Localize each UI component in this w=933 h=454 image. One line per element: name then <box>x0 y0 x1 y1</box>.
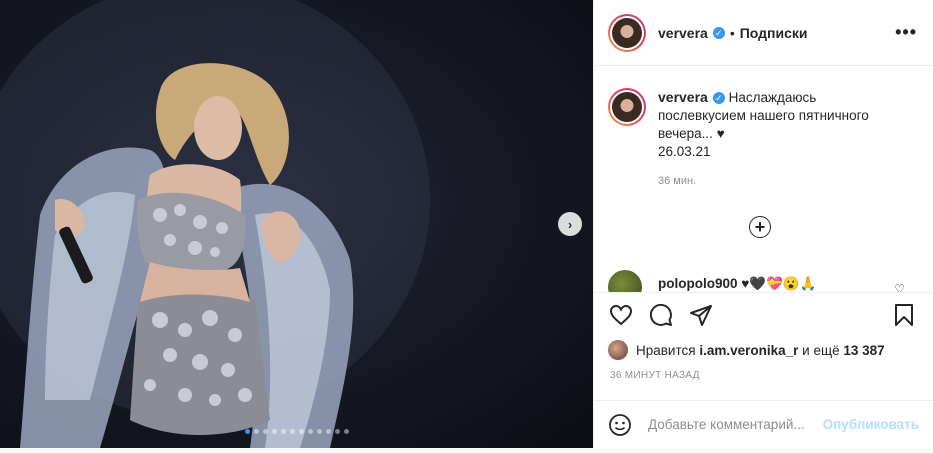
caption-timestamp[interactable]: 36 мин. <box>658 175 933 187</box>
carousel-dot <box>290 429 295 434</box>
comment-input[interactable] <box>646 416 815 433</box>
save-button[interactable] <box>891 302 917 328</box>
likes-summary: Нравится i.am.veronika_r и ещё 13 387 <box>608 340 885 360</box>
comment-icon <box>649 303 672 326</box>
carousel-dot <box>263 429 268 434</box>
action-bar <box>594 292 933 336</box>
emoji-icon[interactable] <box>608 413 632 437</box>
comment-button[interactable] <box>648 302 674 328</box>
caption-username[interactable]: ververa <box>658 89 708 105</box>
more-options-icon[interactable]: ••• <box>895 22 917 43</box>
heart-icon <box>609 304 633 325</box>
share-icon <box>690 304 712 326</box>
carousel-indicator <box>245 429 353 434</box>
load-more-comments-button[interactable]: + <box>749 216 771 238</box>
performer-image <box>0 0 430 448</box>
add-comment-bar: Опубликовать <box>594 400 933 448</box>
post-modal: › ververa ✓ • Подписки ••• ververa ✓ Насл… <box>0 0 933 454</box>
caption-body: ververa ✓ Наслаждаюсь послевкусием нашего… <box>658 88 898 161</box>
carousel-dot <box>299 429 304 434</box>
comment-like-icon[interactable]: ♡ <box>894 282 905 292</box>
likes-middle: и ещё <box>802 342 840 358</box>
author-username[interactable]: ververa <box>658 25 708 41</box>
commenter-avatar[interactable] <box>608 270 642 292</box>
likes-prefix: Нравится <box>636 342 696 358</box>
chevron-right-icon: › <box>567 216 573 232</box>
share-button[interactable] <box>688 302 714 328</box>
bookmark-icon <box>895 303 913 326</box>
post-photo[interactable]: › <box>0 0 593 448</box>
comment-item: polopolo900 ♥🖤💝😮🙏 <box>608 270 817 292</box>
post-header: ververa ✓ • Подписки ••• <box>594 0 933 66</box>
like-button[interactable] <box>608 302 634 328</box>
carousel-dot <box>344 429 349 434</box>
verified-badge-icon: ✓ <box>712 26 725 39</box>
comments-section: ververa ✓ Наслаждаюсь послевкусием нашего… <box>594 66 933 292</box>
commenter-username[interactable]: polopolo900 <box>658 276 738 291</box>
carousel-dot <box>272 429 277 434</box>
carousel-dot <box>326 429 331 434</box>
post-time-ago[interactable]: 36 МИНУТ НАЗАД <box>610 370 700 381</box>
carousel-dot <box>281 429 286 434</box>
caption-avatar[interactable] <box>608 88 646 126</box>
carousel-dot <box>335 429 340 434</box>
comment-text: ♥🖤💝😮🙏 <box>741 276 817 291</box>
liker-avatar[interactable] <box>608 340 628 360</box>
next-slide-button[interactable]: › <box>558 212 582 236</box>
separator-dot: • <box>729 24 735 41</box>
comment-body: polopolo900 ♥🖤💝😮🙏 <box>658 276 817 292</box>
author-avatar[interactable] <box>608 13 646 52</box>
caption-date: 26.03.21 <box>658 144 711 159</box>
publish-button[interactable]: Опубликовать <box>823 417 919 432</box>
liker-username[interactable]: i.am.veronika_r <box>699 343 798 358</box>
following-button[interactable]: Подписки <box>740 25 808 41</box>
post-sidebar: ververa ✓ • Подписки ••• ververa ✓ Наслаж… <box>593 0 933 448</box>
carousel-dot <box>317 429 322 434</box>
carousel-dot <box>245 429 250 434</box>
post-caption: ververa ✓ Наслаждаюсь послевкусием нашего… <box>594 66 933 161</box>
carousel-dot <box>254 429 259 434</box>
likes-count[interactable]: 13 387 <box>843 343 884 358</box>
verified-badge-icon: ✓ <box>712 92 725 105</box>
carousel-dot <box>308 429 313 434</box>
